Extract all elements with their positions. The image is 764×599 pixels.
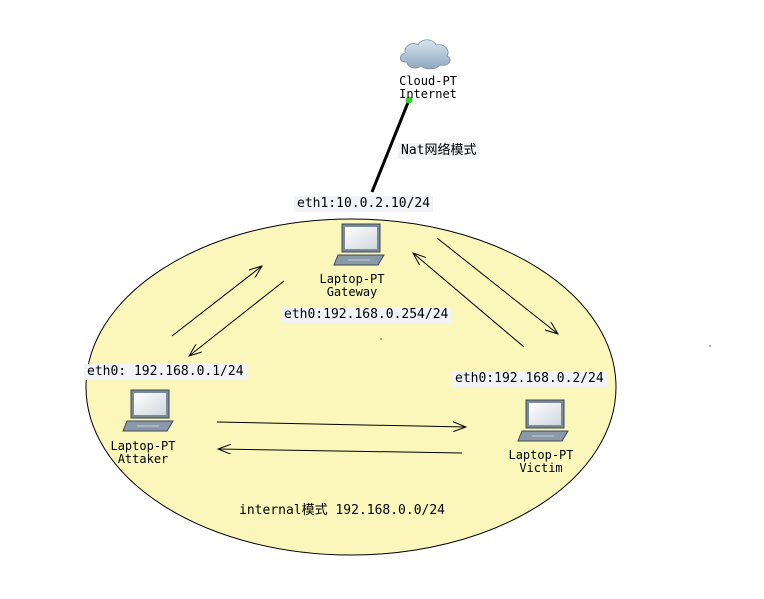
attacker-name: Attaker [117,452,169,466]
nat-mode-label: Nat网络模式 [398,143,480,159]
gateway-name: Gateway [326,285,378,299]
gateway-label: Laptop-PT Gateway [292,273,412,299]
laptop-icon [122,389,174,432]
attacker-eth0-label: eth0: 192.168.0.1/24 [84,364,247,380]
attacker-label: Laptop-PT Attaker [83,440,203,466]
internal-network-label: internal模式 192.168.0.0/24 [239,503,446,518]
cloud-label: Cloud-PT Internet [368,75,488,101]
laptop-icon [517,399,569,442]
gateway-eth1-label: eth1:10.0.2.10/24 [294,196,434,212]
cloud-name: Internet [399,87,457,101]
stray-dot [380,338,382,340]
laptop-icon [333,223,385,266]
victim-eth0-label: eth0:192.168.0.2/24 [452,371,607,387]
cloud-icon [399,39,451,70]
victim-name: Victim [519,461,563,475]
gateway-eth0-label: eth0:192.168.0.254/24 [281,307,452,323]
victim-label: Laptop-PT Victim [481,449,601,475]
stray-dot [709,345,711,347]
